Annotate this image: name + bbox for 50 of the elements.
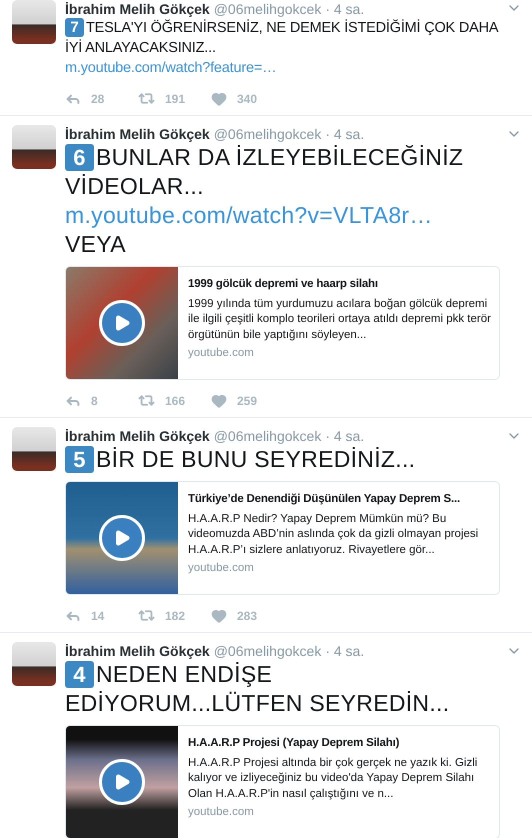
tweet-text: 5 BİR DE BUNU SEYREDİNİZ... bbox=[65, 445, 500, 474]
tweet-link[interactable]: m.youtube.com/watch?feature=… bbox=[65, 58, 500, 78]
avatar-photo-placeholder[interactable] bbox=[12, 125, 56, 169]
author-name[interactable]: İbrahim Melih Gökçek bbox=[65, 642, 210, 660]
tweet-time[interactable]: · 4 sa. bbox=[325, 0, 364, 18]
heart-icon[interactable] bbox=[211, 392, 227, 408]
tweet-time[interactable]: · 4 sa. bbox=[325, 125, 364, 143]
link-card[interactable] bbox=[65, 481, 500, 595]
tweet-time[interactable]: · 4 sa. bbox=[325, 642, 364, 660]
play-icon[interactable] bbox=[99, 300, 145, 346]
card-description: H.A.A.R.P Nedir? Yapay Deprem Mümkün mü? Bu videomuzda ABD’nin aslında çok da gizli olmayan projesi H.A.A.R.P’ı sizlere anlatıyoruz. Rivayetlere gör... bbox=[188, 512, 480, 558]
link-card[interactable] bbox=[65, 725, 500, 838]
card-title: H.A.A.R.P Projesi (Yapay Deprem Silahı) bbox=[188, 736, 400, 751]
tweet-text: 6 BUNLAR DA İZLEYEBİLECEĞİNİZ VİDEOLAR... bbox=[65, 143, 464, 201]
author-handle[interactable]: @06melihgokcek bbox=[214, 0, 322, 18]
tweet-text: 4 NEDEN ENDİŞE EDİYORUM...LÜTFEN SEYREDİN... bbox=[65, 660, 450, 718]
like-count: 340 bbox=[237, 92, 258, 106]
author-handle[interactable]: @06melihgokcek bbox=[214, 125, 322, 143]
retweet-count: 182 bbox=[165, 608, 186, 622]
card-title: Türkiye’de Denendiği Düşünülen Yapay Deprem S... bbox=[188, 492, 462, 507]
reply-count: 8 bbox=[91, 394, 98, 408]
play-icon[interactable] bbox=[99, 759, 145, 805]
like-count: 259 bbox=[237, 394, 258, 408]
heart-icon[interactable] bbox=[211, 608, 227, 624]
card-description: H.A.A.R.P Projesi altında bir çok gerçek ne yazık ki. Gizli kalıyor ve izliyeceğiniz bu video'da Yapay Deprem Silahı Olan H.A.A.R.P'in nasıl çalıştığını ve n... bbox=[188, 756, 478, 802]
tweet-text: 7 TESLA'YI ÖĞRENİRSENİZ, NE DEMEK İSTEDİĞİMİ ÇOK DAHA İYİ ANLAYACAKSINIZ... bbox=[65, 18, 500, 58]
author-name[interactable]: İbrahim Melih Gökçek bbox=[65, 427, 210, 445]
card-domain: youtube.com bbox=[188, 561, 255, 576]
avatar-photo-placeholder[interactable] bbox=[12, 427, 56, 471]
card-title: 1999 gölcük depremi ve haarp silahı bbox=[188, 277, 379, 292]
link-card[interactable] bbox=[65, 266, 500, 380]
reply-count: 28 bbox=[91, 92, 104, 106]
avatar-photo-placeholder[interactable] bbox=[12, 0, 56, 44]
tweet-link[interactable]: m.youtube.com/watch?v=VLTA8r… bbox=[65, 201, 500, 230]
reply-count: 14 bbox=[91, 608, 104, 622]
retweet-count: 191 bbox=[165, 92, 186, 106]
author-name[interactable]: İbrahim Melih Gökçek bbox=[65, 125, 210, 143]
heart-icon[interactable] bbox=[211, 90, 227, 106]
retweet-count: 166 bbox=[165, 394, 186, 408]
card-domain: youtube.com bbox=[188, 805, 255, 820]
card-domain: youtube.com bbox=[188, 346, 255, 361]
card-description: 1999 yılında tüm yurdumuzu acılara boğan gölcük depremi ile ilgili çeşitli komplo teorileri ortaya atıldı depremi pkk terör örgütünün bile yaptığını söyleyen... bbox=[188, 296, 492, 342]
author-handle[interactable]: @06melihgokcek bbox=[214, 427, 322, 445]
tweet-text: VEYA bbox=[65, 230, 127, 259]
author-name[interactable]: İbrahim Melih Gökçek bbox=[65, 0, 210, 18]
author-handle[interactable]: @06melihgokcek bbox=[214, 642, 322, 660]
play-icon[interactable] bbox=[99, 515, 145, 561]
avatar-photo-placeholder[interactable] bbox=[12, 642, 56, 686]
like-count: 283 bbox=[237, 608, 258, 622]
tweet-time[interactable]: · 4 sa. bbox=[325, 427, 364, 445]
